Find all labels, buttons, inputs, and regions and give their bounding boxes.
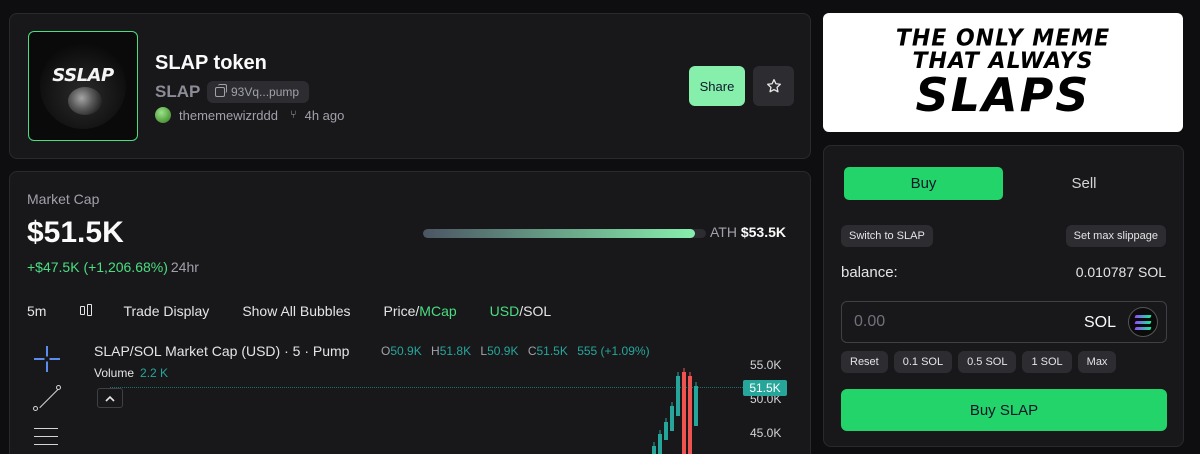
reset-button[interactable]: Reset xyxy=(841,351,888,373)
amount-input[interactable] xyxy=(854,311,1054,333)
trend-line-icon[interactable] xyxy=(32,384,62,414)
solana-icon xyxy=(1128,307,1158,337)
trade-display-toggle[interactable]: Trade Display xyxy=(123,303,209,319)
token-name: SLAP token xyxy=(155,52,267,74)
trade-panel: Buy Sell Switch to SLAP Set max slippage… xyxy=(823,145,1184,447)
tab-buy[interactable]: Buy xyxy=(844,167,1003,200)
candle-body xyxy=(682,372,686,454)
collapse-legend-button[interactable] xyxy=(97,388,123,408)
buy-submit-button[interactable]: Buy SLAP xyxy=(841,389,1167,431)
favorite-star-button[interactable] xyxy=(753,66,794,106)
token-logo-text: SSLAP xyxy=(52,65,114,86)
ohlc-legend: O50.9K H51.8K L50.9K C51.5K 555 (+1.09%) xyxy=(381,344,656,358)
market-cap-label: Market Cap xyxy=(27,191,100,207)
banner-line-1: THE ONLY MEME xyxy=(895,24,1111,52)
sol-label: /SOL xyxy=(519,303,552,319)
volume-label: Volume xyxy=(94,366,135,380)
candlestick-icon[interactable] xyxy=(79,302,93,320)
share-button[interactable]: Share xyxy=(689,66,745,106)
open-value: 50.9K xyxy=(390,344,422,358)
market-panel: Market Cap $51.5K +$47.5K (+1,206.68%) 24… xyxy=(9,171,811,454)
mcap-label: MCap xyxy=(419,303,457,319)
chart-toolbar: 5m Trade Display Show All Bubbles Price/… xyxy=(27,300,584,322)
axis-label-55k: 55.0K xyxy=(750,358,782,372)
show-bubbles-toggle[interactable]: Show All Bubbles xyxy=(242,303,350,319)
candle-body xyxy=(676,376,680,416)
ath-progress-bar xyxy=(423,229,706,238)
max-button[interactable]: Max xyxy=(1077,351,1117,373)
close-value: 51.5K xyxy=(536,344,568,358)
token-logo: SSLAP xyxy=(28,31,138,141)
price-mcap-toggle[interactable]: Price/MCap xyxy=(384,303,457,319)
crosshair-icon[interactable] xyxy=(32,344,62,374)
promo-banner: THE ONLY MEME THAT ALWAYS SLAPS xyxy=(823,13,1183,132)
ath-value: $53.5K xyxy=(740,224,787,240)
balance-value: 0.010787 SOL xyxy=(1075,264,1166,280)
candle-body xyxy=(664,422,668,440)
quick-1-sol-button[interactable]: 1 SOL xyxy=(1022,351,1072,373)
contract-address: 93Vq...pump xyxy=(231,85,300,99)
high-value: 51.8K xyxy=(439,344,472,358)
quick-0-1-sol-button[interactable]: 0.1 SOL xyxy=(893,351,953,373)
usd-sol-toggle[interactable]: USD/SOL xyxy=(490,303,551,319)
last-price-tag: 51.5K xyxy=(743,380,787,396)
market-cap-change: +$47.5K (+1,206.68%) xyxy=(27,259,168,275)
chart-title: SLAP/SOL Market Cap (USD) · 5 · Pump xyxy=(94,343,350,359)
volume-legend: Volume 2.2 K xyxy=(94,366,168,380)
candle-body xyxy=(694,386,698,426)
creator-name[interactable]: thememewizrddd xyxy=(179,108,278,123)
low-value: 50.9K xyxy=(487,344,519,358)
amount-field: SOL xyxy=(841,301,1167,343)
drawing-tools xyxy=(32,344,68,454)
set-max-slippage-button[interactable]: Set max slippage xyxy=(1065,225,1166,247)
ath-progress-fill xyxy=(423,229,695,238)
switch-token-button[interactable]: Switch to SLAP xyxy=(841,225,933,247)
amount-currency: SOL xyxy=(1083,314,1116,331)
ath-label: ATH $53.5K xyxy=(710,224,786,240)
price-label: Price/ xyxy=(383,303,420,319)
fib-lines-icon[interactable] xyxy=(32,424,62,454)
contract-address-copy[interactable]: 93Vq...pump xyxy=(207,81,310,103)
interval-selector[interactable]: 5m xyxy=(27,303,46,319)
quick-0-5-sol-button[interactable]: 0.5 SOL xyxy=(958,351,1017,373)
volume-value: 2.2 K xyxy=(140,366,169,380)
candle-change: 555 (+1.09%) xyxy=(577,344,650,358)
balance-label: balance: xyxy=(841,264,898,281)
candle-body xyxy=(658,434,662,454)
sprout-icon: ⑂ xyxy=(290,109,297,121)
quick-amount-row: Reset 0.1 SOL 0.5 SOL 1 SOL Max xyxy=(841,351,1117,373)
creator-row: thememewizrddd ⑂ 4h ago xyxy=(155,107,344,123)
chevron-up-icon xyxy=(105,395,115,402)
usd-label: USD xyxy=(489,303,520,319)
star-icon xyxy=(766,79,781,93)
token-header: SSLAP SLAP token SLAP 93Vq...pump themem… xyxy=(9,13,811,159)
candle-body xyxy=(652,446,656,454)
open-key: O xyxy=(381,344,391,358)
tab-sell[interactable]: Sell xyxy=(1024,167,1144,200)
creator-avatar[interactable] xyxy=(155,107,171,123)
last-price-line xyxy=(110,387,743,388)
change-period: 24hr xyxy=(170,259,199,275)
candle-body xyxy=(670,406,674,431)
market-cap-change-row: +$47.5K (+1,206.68%) 24hr xyxy=(27,259,199,275)
market-cap-value: $51.5K xyxy=(27,216,124,249)
ath-prefix: ATH xyxy=(710,224,737,240)
token-age: 4h ago xyxy=(304,107,345,123)
copy-icon xyxy=(215,84,227,97)
high-key: H xyxy=(431,344,440,358)
price-chart[interactable]: SLAP/SOL Market Cap (USD) · 5 · Pump O50… xyxy=(10,336,810,454)
axis-label-45k: 45.0K xyxy=(750,426,782,440)
banner-line-3: SLAPS xyxy=(915,67,1091,122)
token-ticker: SLAP xyxy=(155,82,201,101)
